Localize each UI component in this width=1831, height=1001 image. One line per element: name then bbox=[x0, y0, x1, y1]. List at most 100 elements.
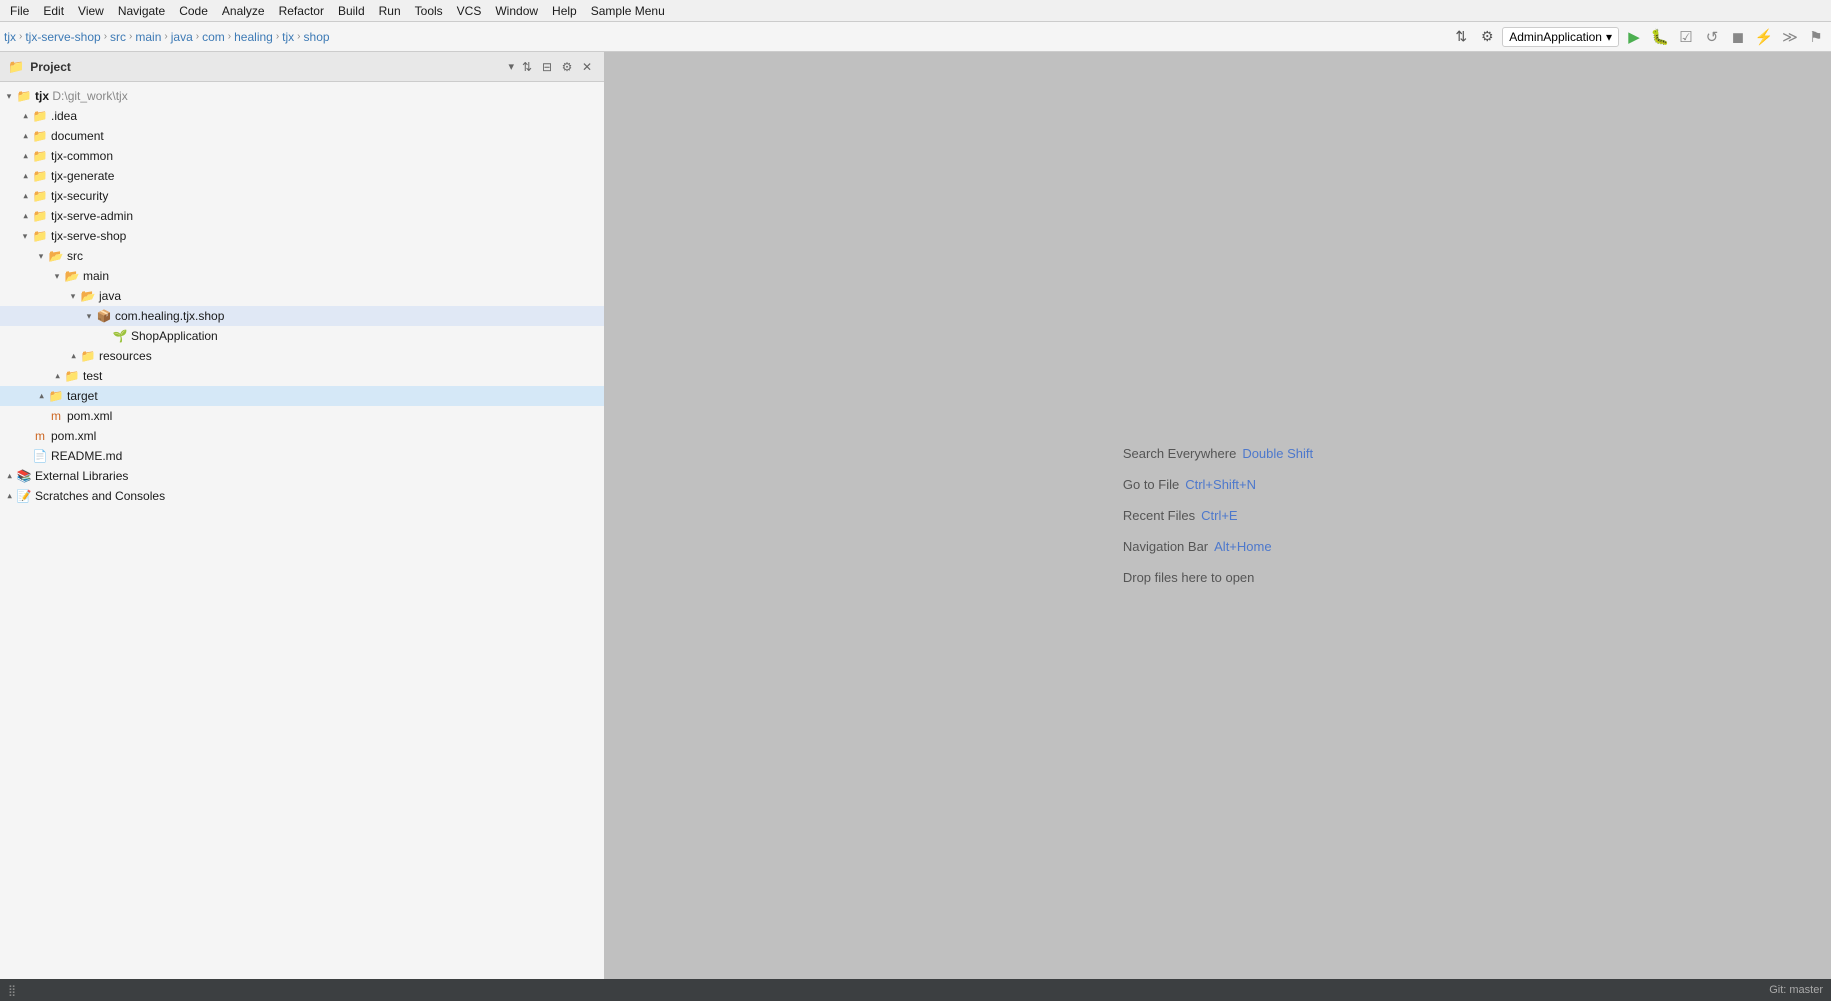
menu-sample[interactable]: Sample Menu bbox=[585, 2, 671, 20]
tree-item-pom-shop[interactable]: ▸ m pom.xml bbox=[0, 406, 604, 426]
stop-button[interactable]: ◼ bbox=[1727, 26, 1749, 48]
arrow-package: ▾ bbox=[82, 309, 96, 323]
menu-tools[interactable]: Tools bbox=[409, 2, 449, 20]
menu-edit[interactable]: Edit bbox=[37, 2, 70, 20]
debug-button[interactable]: 🐛 bbox=[1649, 26, 1671, 48]
run-config-dropdown-icon: ▾ bbox=[1606, 30, 1612, 44]
hint-key-navBar: Alt+Home bbox=[1214, 539, 1271, 554]
arrow-tjx-common: ▸ bbox=[18, 149, 32, 163]
extra-button[interactable]: ⚑ bbox=[1805, 26, 1827, 48]
breadcrumb-src[interactable]: src bbox=[110, 30, 126, 44]
tree-label-main: main bbox=[83, 269, 109, 283]
arrow-tjx-security: ▸ bbox=[18, 189, 32, 203]
tree-label-scratches: Scratches and Consoles bbox=[35, 489, 165, 503]
rerun-button[interactable]: ↺ bbox=[1701, 26, 1723, 48]
run-config-selector[interactable]: AdminApplication ▾ bbox=[1502, 27, 1619, 47]
hint-key-recent: Ctrl+E bbox=[1201, 508, 1237, 523]
menu-code[interactable]: Code bbox=[173, 2, 214, 20]
menu-view[interactable]: View bbox=[72, 2, 110, 20]
menu-run[interactable]: Run bbox=[373, 2, 407, 20]
folder-icon-resources: 📁 bbox=[80, 348, 96, 364]
menu-help[interactable]: Help bbox=[546, 2, 583, 20]
tree-item-shopapp[interactable]: ▸ 🌱 ShopApplication bbox=[0, 326, 604, 346]
status-progress-icon: ⣿ bbox=[8, 984, 16, 997]
profile-button[interactable]: ⚡ bbox=[1753, 26, 1775, 48]
module-icon-tjx-security: 📁 bbox=[32, 188, 48, 204]
tree-item-target[interactable]: ▸ 📁 target bbox=[0, 386, 604, 406]
tree-item-tjx-generate[interactable]: ▸ 📁 tjx-generate bbox=[0, 166, 604, 186]
hint-nav-bar: Navigation Bar Alt+Home bbox=[1123, 539, 1313, 554]
tree-label-external-libs: External Libraries bbox=[35, 469, 128, 483]
menu-refactor[interactable]: Refactor bbox=[273, 2, 330, 20]
tree-label-shopapp: ShopApplication bbox=[131, 329, 218, 343]
tree-item-tjx-serve-admin[interactable]: ▸ 📁 tjx-serve-admin bbox=[0, 206, 604, 226]
panel-collapse-icon[interactable]: ⊟ bbox=[538, 58, 556, 76]
panel-settings-icon[interactable]: ⚙ bbox=[558, 58, 576, 76]
tree-item-tjx-common[interactable]: ▸ 📁 tjx-common bbox=[0, 146, 604, 166]
menu-file[interactable]: File bbox=[4, 2, 35, 20]
tree-item-idea[interactable]: ▸ 📁 .idea bbox=[0, 106, 604, 126]
tree-item-tjx-root[interactable]: ▾ 📁 tjx D:\git_work\tjx bbox=[0, 86, 604, 106]
panel-dropdown-icon[interactable]: ▾ bbox=[508, 60, 514, 73]
main-area: 📁 Project ▾ ⇅ ⊟ ⚙ ✕ ▾ 📁 tjx D:\git_work\… bbox=[0, 52, 1831, 979]
menu-navigate[interactable]: Navigate bbox=[112, 2, 171, 20]
folder-icon-java: 📂 bbox=[80, 288, 96, 304]
folder-icon-main: 📂 bbox=[64, 268, 80, 284]
module-icon-tjx-common: 📁 bbox=[32, 148, 48, 164]
tree-label-tjx-serve-shop: tjx-serve-shop bbox=[51, 229, 126, 243]
breadcrumb-java[interactable]: java bbox=[171, 30, 193, 44]
settings-icon[interactable]: ⚙ bbox=[1476, 26, 1498, 48]
tree-item-java[interactable]: ▾ 📂 java bbox=[0, 286, 604, 306]
tree-item-scratches[interactable]: ▸ 📝 Scratches and Consoles bbox=[0, 486, 604, 506]
tree-item-tjx-serve-shop[interactable]: ▾ 📁 tjx-serve-shop bbox=[0, 226, 604, 246]
arrow-tjx-serve-shop: ▾ bbox=[18, 229, 32, 243]
sync-icon[interactable]: ⇅ bbox=[1450, 26, 1472, 48]
breadcrumb-com[interactable]: com bbox=[202, 30, 225, 44]
menu-window[interactable]: Window bbox=[489, 2, 544, 20]
breadcrumb-main[interactable]: main bbox=[135, 30, 161, 44]
folder-icon-document: 📁 bbox=[32, 128, 48, 144]
breadcrumb-tjx2[interactable]: tjx bbox=[282, 30, 294, 44]
arrow-scratches: ▸ bbox=[2, 489, 16, 503]
arrow-tjx-generate: ▸ bbox=[18, 169, 32, 183]
module-icon-tjx-generate: 📁 bbox=[32, 168, 48, 184]
tree-item-package[interactable]: ▾ 📦 com.healing.tjx.shop bbox=[0, 306, 604, 326]
menu-build[interactable]: Build bbox=[332, 2, 371, 20]
package-icon: 📦 bbox=[96, 308, 112, 324]
panel-header: 📁 Project ▾ ⇅ ⊟ ⚙ ✕ bbox=[0, 52, 604, 82]
panel-close-icon[interactable]: ✕ bbox=[578, 58, 596, 76]
menu-analyze[interactable]: Analyze bbox=[216, 2, 271, 20]
folder-icon-test: 📁 bbox=[64, 368, 80, 384]
hint-label-recent: Recent Files bbox=[1123, 508, 1195, 523]
tree-label-src: src bbox=[67, 249, 83, 263]
run-button[interactable]: ▶ bbox=[1623, 26, 1645, 48]
tree-item-src[interactable]: ▾ 📂 src bbox=[0, 246, 604, 266]
panel-sync-icon[interactable]: ⇅ bbox=[518, 58, 536, 76]
menu-vcs[interactable]: VCS bbox=[451, 2, 488, 20]
tree-label-pom-root: pom.xml bbox=[51, 429, 96, 443]
tree-item-test[interactable]: ▸ 📁 test bbox=[0, 366, 604, 386]
arrow-external-libs: ▸ bbox=[2, 469, 16, 483]
arrow-resources: ▸ bbox=[66, 349, 80, 363]
tree-label-tjx-generate: tjx-generate bbox=[51, 169, 114, 183]
breadcrumb-serve-shop[interactable]: tjx-serve-shop bbox=[25, 30, 100, 44]
breadcrumb-tjx[interactable]: tjx bbox=[4, 30, 16, 44]
tree-label-document: document bbox=[51, 129, 104, 143]
menu-bar: File Edit View Navigate Code Analyze Ref… bbox=[0, 0, 1831, 22]
tree-item-readme[interactable]: ▸ 📄 README.md bbox=[0, 446, 604, 466]
tree-item-pom-root[interactable]: ▸ m pom.xml bbox=[0, 426, 604, 446]
ext-lib-icon: 📚 bbox=[16, 468, 32, 484]
tree-label-tjx-serve-admin: tjx-serve-admin bbox=[51, 209, 133, 223]
breadcrumb-healing[interactable]: healing bbox=[234, 30, 273, 44]
coverage-button[interactable]: ☑ bbox=[1675, 26, 1697, 48]
tree-label-tjx-common: tjx-common bbox=[51, 149, 113, 163]
tree-item-resources[interactable]: ▸ 📁 resources bbox=[0, 346, 604, 366]
tree-item-external-libs[interactable]: ▸ 📚 External Libraries bbox=[0, 466, 604, 486]
more-button[interactable]: ≫ bbox=[1779, 26, 1801, 48]
tree-item-main[interactable]: ▾ 📂 main bbox=[0, 266, 604, 286]
hint-key-goto: Ctrl+Shift+N bbox=[1185, 477, 1256, 492]
tree-item-tjx-security[interactable]: ▸ 📁 tjx-security bbox=[0, 186, 604, 206]
breadcrumb-shop[interactable]: shop bbox=[304, 30, 330, 44]
tree-item-document[interactable]: ▸ 📁 document bbox=[0, 126, 604, 146]
project-tree: ▾ 📁 tjx D:\git_work\tjx ▸ 📁 .idea ▸ 📁 do… bbox=[0, 82, 604, 979]
